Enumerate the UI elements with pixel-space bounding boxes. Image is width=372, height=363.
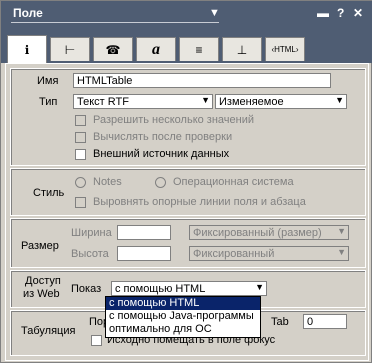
close-icon[interactable]: ✕ — [353, 6, 363, 20]
external-source-label: Внешний источник данных — [93, 148, 230, 160]
mode-select[interactable]: Изменяемое ▼ — [215, 94, 347, 109]
web-access-label-line1: Доступ — [25, 275, 61, 287]
field-type-icon: ⊢ — [64, 42, 76, 57]
chevron-down-icon: ▼ — [337, 247, 346, 257]
height-label: Высота — [71, 248, 109, 260]
os-radio[interactable] — [155, 177, 166, 188]
notes-radio-label: Notes — [93, 176, 122, 188]
basics-group: Имя HTMLTable Тип Текст RTF ▼ Изменяемое… — [10, 68, 366, 166]
type-select-value: Текст RTF — [77, 96, 129, 108]
name-label: Имя — [37, 75, 59, 87]
compute-after-checkbox[interactable] — [75, 132, 86, 143]
allow-multi-checkbox[interactable] — [75, 115, 86, 126]
chevron-down-icon: ▼ — [335, 95, 344, 105]
dropdown-option[interactable]: оптимально для ОС — [106, 323, 260, 336]
tab-html[interactable]: ‹HTML› — [265, 37, 305, 61]
width-field[interactable] — [117, 225, 171, 240]
size-group: Размер Ширина Фиксированный (размер) ▼ В… — [10, 218, 366, 268]
titlebar: Поле ▼ ▬ ? ✕ — [1, 1, 372, 25]
os-radio-label: Операционная система — [173, 176, 294, 188]
dropdown-option[interactable]: с помощью HTML — [106, 297, 260, 310]
tab-hat[interactable]: ☎ — [93, 37, 133, 61]
width-mode-select[interactable]: Фиксированный (размер) ▼ — [189, 225, 349, 240]
chevron-down-icon: ▼ — [337, 226, 346, 236]
type-label: Тип — [39, 96, 58, 108]
help-icon[interactable]: ? — [337, 6, 344, 20]
align-baselines-checkbox[interactable] — [75, 197, 86, 208]
show-select-value: с помощью HTML — [115, 283, 206, 295]
show-dropdown-list: с помощью HTML с помощью Java-программы … — [105, 296, 261, 338]
dropdown-option[interactable]: с помощью Java-программы — [106, 310, 260, 323]
height-mode-select[interactable]: Фиксированный ▼ — [189, 246, 349, 261]
width-mode-value: Фиксированный (размер) — [193, 227, 322, 239]
paragraph-icon: ≡ — [195, 42, 203, 57]
width-label: Ширина — [71, 227, 112, 239]
title-dropdown-icon[interactable]: ▼ — [209, 7, 220, 19]
show-select[interactable]: с помощью HTML ▼ — [111, 281, 267, 296]
tab-info[interactable]: ℹ — [7, 35, 47, 63]
info-icon: ℹ — [24, 42, 30, 57]
tab-label: Tab — [271, 316, 289, 328]
hide-when-icon: ⊥ — [236, 42, 248, 57]
size-label: Размер — [21, 240, 59, 252]
tab-hide-when[interactable]: ⊥ — [222, 37, 262, 61]
hat-icon: ☎ — [105, 42, 121, 57]
tab-paragraph[interactable]: ≡ — [179, 37, 219, 61]
minimize-icon[interactable]: ▬ — [317, 6, 329, 20]
height-field[interactable] — [117, 246, 171, 261]
font-icon: a — [152, 40, 160, 58]
align-baselines-label: Выровнять опорные линии поля и абзаца — [93, 196, 306, 208]
style-label: Стиль — [33, 187, 65, 199]
notes-radio[interactable] — [75, 177, 86, 188]
title-underline — [11, 22, 219, 23]
tab-font[interactable]: a — [136, 37, 176, 61]
tab-field-type[interactable]: ⊢ — [50, 37, 90, 61]
show-label: Показ — [71, 283, 102, 295]
chevron-down-icon: ▼ — [255, 282, 264, 292]
tab-order-field[interactable]: 0 — [303, 314, 347, 329]
height-mode-value: Фиксированный — [193, 248, 275, 260]
type-select[interactable]: Текст RTF ▼ — [73, 94, 213, 109]
compute-after-label: Вычислять после проверки — [93, 131, 233, 143]
external-source-checkbox[interactable] — [75, 149, 86, 160]
initial-focus-checkbox[interactable] — [91, 335, 102, 346]
name-field[interactable]: HTMLTable — [73, 73, 331, 88]
web-access-label-line2: из Web — [23, 288, 60, 300]
html-icon: ‹HTML› — [271, 45, 299, 54]
tab-order-label: Табуляция — [21, 325, 76, 337]
mode-select-value: Изменяемое — [219, 96, 284, 108]
style-group: Стиль Notes Операционная система Выровня… — [10, 168, 366, 216]
chevron-down-icon: ▼ — [201, 95, 210, 105]
tab-strip: ℹ ⊢ ☎ a ≡ ⊥ ‹HTML› — [1, 25, 372, 63]
field-properties-dialog: Поле ▼ ▬ ? ✕ ℹ ⊢ ☎ a ≡ ⊥ ‹HTML› Имя HTML… — [0, 0, 372, 363]
allow-multi-label: Разрешить несколько значений — [93, 114, 255, 126]
dialog-title: Поле — [13, 6, 43, 20]
